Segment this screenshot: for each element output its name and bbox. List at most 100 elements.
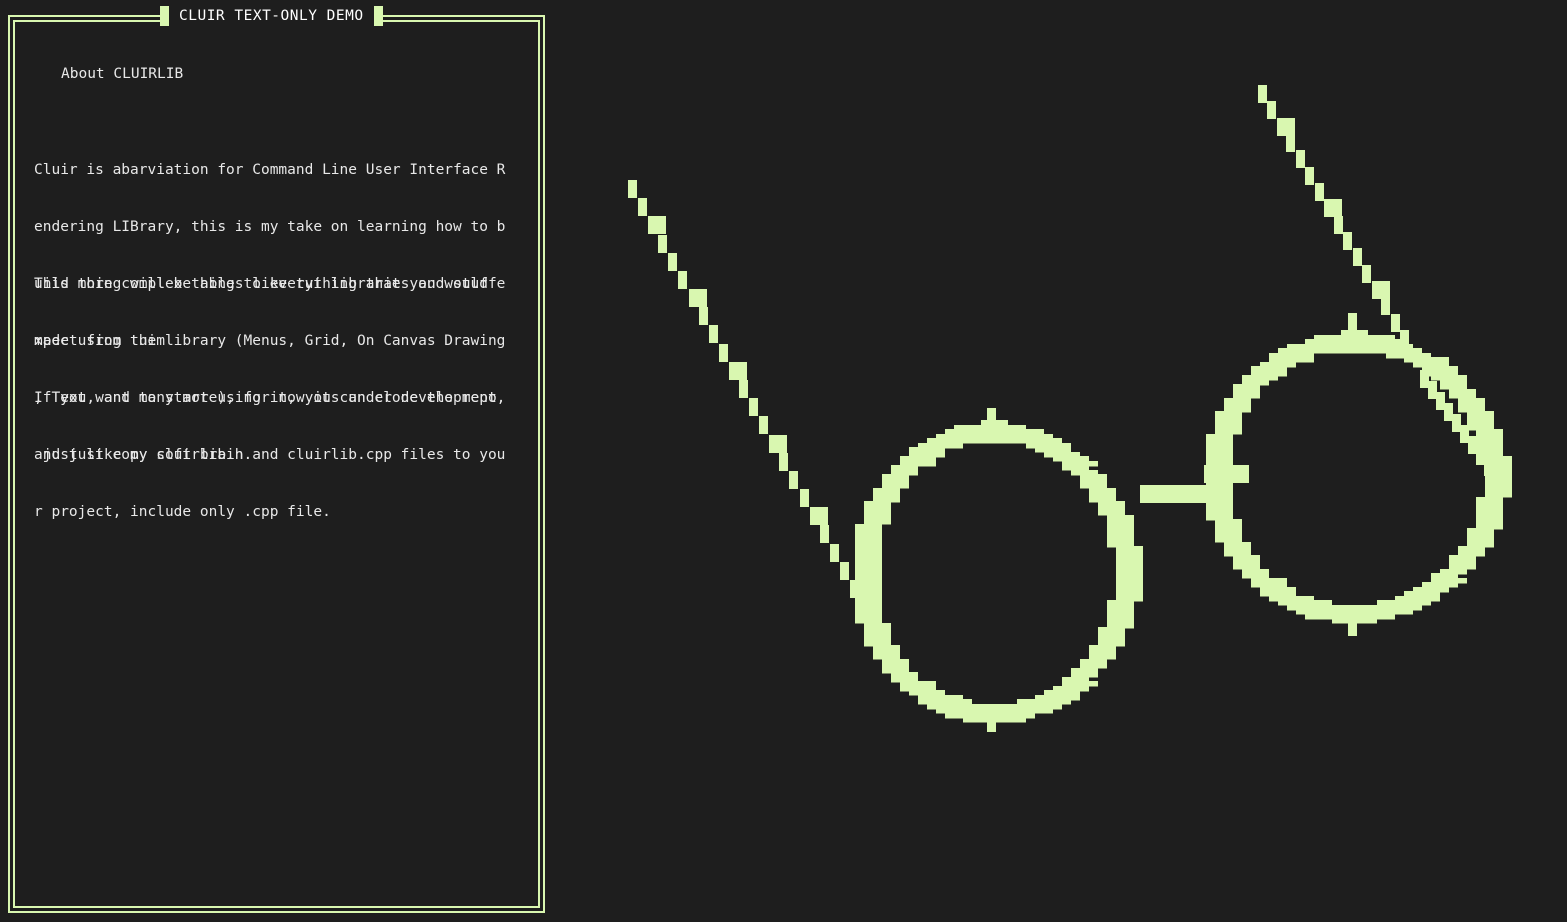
left-temple-pixel [810,507,828,525]
left-temple-pixel [830,544,839,562]
right-lens-pixel [1404,357,1449,363]
right-lens-pixel [1242,573,1269,579]
left-temple-pixel [800,489,809,507]
left-lens-pixel [873,492,900,498]
left-lens-pixel [864,636,891,642]
left-lens-pixel [855,537,882,543]
right-temple-pixel [1305,167,1314,185]
right-inner-arm-pixel [1452,414,1461,432]
right-lens-pixel [1431,375,1467,381]
left-lens-pixel [1116,555,1143,561]
left-lens-pixel [900,456,936,462]
right-lens-pixel [1215,537,1242,543]
right-lens-pixel [1224,546,1251,552]
right-lens-pixel [1215,411,1242,417]
left-lens-pixel [873,654,900,660]
right-temple-pixel [1353,248,1362,266]
left-lens-pixel [1107,600,1134,606]
right-inner-arm-pixel [1428,381,1437,399]
right-temple-pixel [1391,314,1400,332]
lens-tick-pixel [1348,313,1357,333]
right-temple-pixel [1343,232,1352,250]
left-temple-pixel [840,562,849,580]
right-lens-pixel [1233,564,1260,570]
right-inner-arm-pixel [1476,447,1485,465]
left-lens-pixel [891,465,918,471]
right-lens-pixel [1215,420,1242,426]
bridge-pixel [1140,485,1220,503]
left-lens-pixel [864,501,891,507]
right-lens-pixel [1215,528,1242,534]
left-lens-pixel [1107,537,1134,543]
right-temple-pixel [1400,330,1409,348]
left-lens-pixel [1089,654,1116,660]
left-temple-pixel [658,235,667,253]
right-lens-pixel [1224,402,1251,408]
left-lens-pixel [1080,483,1107,489]
left-lens-pixel [1017,699,1071,705]
right-lens-pixel [1467,528,1494,534]
left-temple-pixel [749,398,758,416]
left-lens-pixel [855,564,882,570]
left-lens-pixel [864,519,891,525]
left-lens-pixel [1116,573,1143,579]
left-lens-pixel [855,528,882,534]
left-temple-pixel [789,471,798,489]
left-lens-pixel [1098,501,1125,507]
left-lens-pixel [855,546,882,552]
right-lens-pixel [1485,483,1512,489]
right-temple-pixel [1315,183,1324,201]
left-lens-pixel [882,474,909,480]
left-lens-pixel [1089,645,1116,651]
right-lens-pixel [1449,393,1476,399]
right-lens-pixel [1233,555,1260,561]
left-lens-pixel [855,555,882,561]
right-lens-pixel [1476,501,1503,507]
right-lens-pixel [1476,438,1503,444]
left-lens-pixel [990,429,1044,435]
left-lens-pixel [1116,546,1143,552]
right-lens-pixel [1215,519,1242,525]
right-temple-pixel [1258,85,1267,103]
left-temple-pixel [678,271,687,289]
right-lens-pixel [1278,348,1350,354]
left-lens-pixel [918,699,972,705]
right-lens-pixel [1296,609,1359,615]
right-lens-pixel [1233,384,1260,390]
left-lens-pixel [1107,609,1134,615]
left-lens-pixel [855,600,882,606]
left-lens-pixel [990,708,1053,714]
left-lens-pixel [1098,510,1125,516]
left-lens-pixel [1116,582,1143,588]
right-temple-pixel [1334,216,1343,234]
right-lens-pixel [1350,348,1422,354]
left-lens-pixel [1053,456,1089,462]
left-lens-pixel [1107,519,1134,525]
left-lens-pixel [990,438,1062,444]
left-lens-pixel [864,627,891,633]
left-temple-pixel [729,362,747,380]
left-lens-pixel [1107,618,1134,624]
left-temple-pixel [769,435,787,453]
right-inner-arm-pixel [1436,392,1445,410]
left-lens-pixel [1062,465,1089,471]
left-lens-pixel [891,672,918,678]
left-lens-pixel [882,663,909,669]
left-lens-pixel [909,690,945,696]
left-lens-pixel [855,609,882,615]
right-lens-pixel [1251,582,1287,588]
right-lens-pixel [1431,573,1458,579]
left-temple-pixel [648,216,666,234]
left-lens-pixel [1116,564,1143,570]
left-temple-pixel [820,525,829,543]
left-lens-pixel [1098,627,1125,633]
right-inner-arm-pixel [1420,370,1429,388]
right-lens-pixel [1215,429,1242,435]
right-lens-pixel [1350,339,1404,345]
left-lens-pixel [1080,474,1107,480]
right-lens-pixel [1233,393,1260,399]
right-temple-pixel [1324,199,1342,217]
right-lens-pixel [1449,555,1476,561]
left-lens-pixel [864,510,891,516]
lens-tick-pixel [1348,616,1357,636]
